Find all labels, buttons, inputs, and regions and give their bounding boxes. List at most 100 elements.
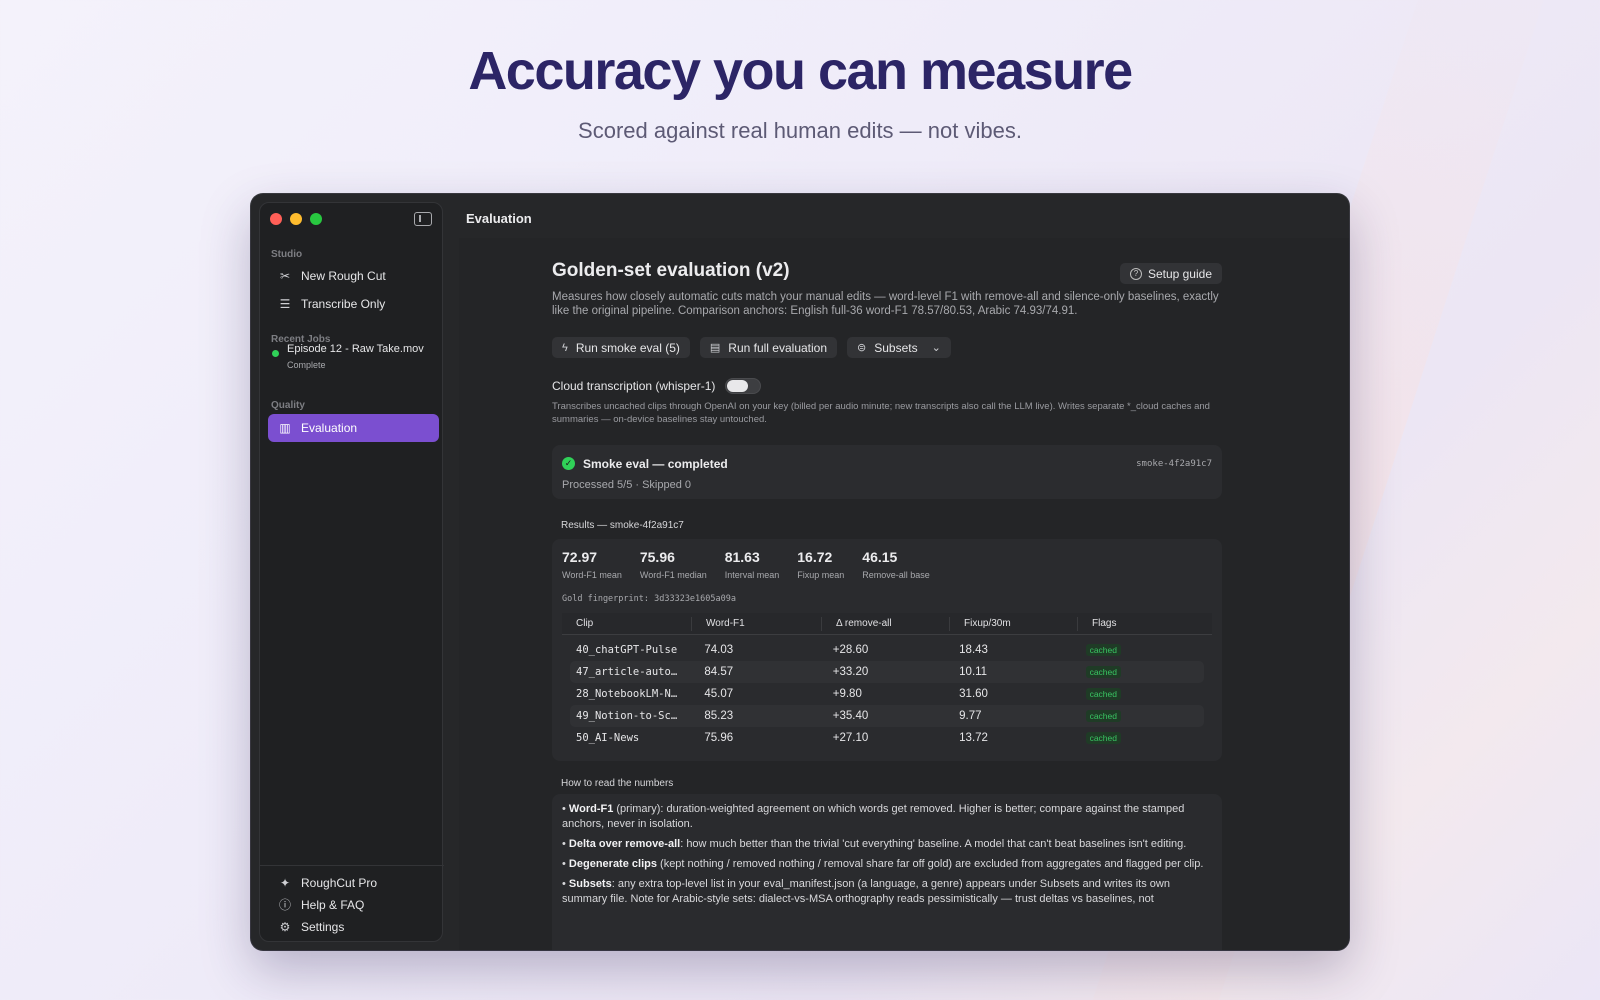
hero-title: Accuracy you can measure [468,41,1133,101]
sparkle-icon: ✦ [279,875,291,890]
page-title: Golden-set evaluation (v2) [552,260,790,281]
sidebar-item-label: Help & FAQ [301,897,365,912]
howto-label: How to read the numbers [561,778,674,789]
cell-delta: +27.10 [832,732,869,744]
howto-bullet: • Word-F1 (primary): duration-weighted a… [562,803,1185,830]
chevron-down-icon: ⌄ [931,342,941,354]
sidebar-item-label: Settings [301,919,345,934]
zoom-window-button[interactable] [310,213,322,225]
cloud-transcription-toggle[interactable] [725,378,762,394]
bullet-term: Subsets [568,878,612,890]
cell-word-f1: 45.07 [704,688,734,700]
run-full-evaluation-button[interactable]: ▤ Run full evaluation [699,337,838,358]
sidebar-item-label: RoughCut Pro [301,875,378,890]
sidebar-item-transcribe-only[interactable]: ☰ Transcribe Only [268,291,439,317]
bullet-term: Word-F1 [568,803,614,815]
sidebar-item-label: Evaluation [301,421,358,435]
cell-flags: cached [1080,644,1204,656]
hero-subtitle: Scored against real human edits — not vi… [578,118,1022,143]
stat-value: 16.72 [797,549,833,565]
column-header-clip[interactable]: Clip [562,616,692,631]
column-header-word-f1[interactable]: Word-F1 [692,616,822,631]
cell-word-f1: 74.03 [704,644,734,656]
sidebar-item-new-rough-cut[interactable]: ✂ New Rough Cut [268,263,439,289]
cached-badge: cached [1085,666,1121,678]
stat-label: Remove-all base [862,570,930,580]
cached-badge: cached [1085,732,1121,744]
help-icon: ⓘ [278,898,291,912]
recent-job-status: Complete [287,360,326,370]
cell-flags: cached [1080,666,1204,678]
table-row[interactable]: 40_chatGPT-Pulse 74.03 +28.60 18.43 cach… [570,639,1204,661]
recent-job-name: Episode 12 - Raw Take.mov [287,343,424,355]
action-bar: ϟ Run smoke eval (5) ▤ Run full evaluati… [552,337,951,358]
table-row[interactable]: 49_Notion-to-Sc… 85.23 +35.40 9.77 cache… [570,705,1204,727]
howto-bullet: • Delta over remove-all: how much better… [562,838,1187,850]
cell-flags: cached [1080,710,1204,722]
window-title: Evaluation [466,211,532,226]
table-row[interactable]: 47_article-auto… 84.57 +33.20 10.11 cach… [570,661,1204,683]
stats-row: 72.97 Word-F1 mean 75.96 Word-F1 median 81… [562,549,948,580]
sidebar-item-help[interactable]: ⓘ Help & FAQ [268,894,439,915]
table-row[interactable]: 50_AI-News 75.96 +27.10 13.72 cached [570,727,1204,749]
setup-guide-label: Setup guide [1147,266,1212,281]
cached-badge: cached [1085,644,1121,656]
question-icon: ? [1129,267,1142,280]
stat-label: Word-F1 mean [562,570,622,580]
results-card: 72.97 Word-F1 mean 75.96 Word-F1 median 81… [552,539,1222,761]
cell-fixup: 9.77 [959,710,982,722]
column-header-fixup[interactable]: Fixup/30m [950,616,1078,631]
subsets-icon: ⊜ [857,342,867,354]
gold-fingerprint: Gold fingerprint: 3d33323e1605a09a [562,594,736,604]
howto-bullet: • Degenerate clips (kept nothing / remov… [562,858,1204,870]
results-label: Results — smoke-4f2a91c7 [561,520,684,531]
sidebar-toggle-icon[interactable] [414,212,432,226]
cell-flags: cached [1080,732,1204,744]
section-quality: Quality [271,400,305,411]
cell-word-f1: 84.57 [704,666,734,678]
run-id: smoke-4f2a91c7 [1136,459,1212,469]
cell-fixup: 31.60 [959,688,988,700]
bullet-text: (primary): duration-weighted agreement o… [562,803,1185,830]
cell-word-f1: 75.96 [704,732,734,744]
cell-clip: 50_AI-News [576,732,640,744]
recent-job-item[interactable]: Episode 12 - Raw Take.mov Complete [272,343,424,370]
status-dot-complete [272,350,279,357]
stat-interval-mean: 81.63 Interval mean [725,549,780,580]
setup-guide-button[interactable]: ? Setup guide [1119,263,1222,284]
stat-remove-all-base: 46.15 Remove-all base [862,549,930,580]
minimize-window-button[interactable] [290,213,302,225]
status-title: Smoke eval — completed [583,457,728,471]
cell-delta: +35.40 [832,710,869,722]
run-smoke-eval-button[interactable]: ϟ Run smoke eval (5) [552,337,690,358]
cached-badge: cached [1085,688,1121,700]
sidebar-item-roughcut-pro[interactable]: ✦ RoughCut Pro [268,872,439,893]
subsets-label: Subsets [874,340,918,355]
cell-delta: +28.60 [832,644,869,656]
sidebar-item-settings[interactable]: ⚙ Settings [268,916,439,937]
cell-clip: 47_article-auto… [576,666,678,678]
checkmark-icon: ✓ [562,457,575,470]
stat-label: Fixup mean [797,570,845,580]
howto-card: • Word-F1 (primary): duration-weighted a… [552,794,1222,950]
bullet-text: (kept nothing / removed nothing / remova… [656,858,1204,870]
bolt-icon: ϟ [562,341,568,354]
column-header-delta[interactable]: Δ remove-all [822,616,950,631]
app-window: Studio ✂ New Rough Cut ☰ Transcribe Only… [251,194,1349,950]
cell-delta: +33.20 [832,666,869,678]
cell-word-f1: 85.23 [704,710,734,722]
document-icon: ▤ [709,342,721,354]
cell-clip: 49_Notion-to-Sc… [576,710,678,722]
table-header: Clip Word-F1 Δ remove-all Fixup/30m Flag… [562,613,1212,635]
section-studio: Studio [271,249,303,260]
sidebar-item-label: Transcribe Only [301,297,386,311]
run-full-evaluation-label: Run full evaluation [728,340,828,355]
subsets-dropdown[interactable]: ⊜ Subsets ⌄ [847,337,951,358]
cached-badge: cached [1085,710,1121,722]
stat-value: 72.97 [562,549,598,565]
column-header-flags[interactable]: Flags [1078,617,1204,631]
sidebar-item-evaluation[interactable]: ▥ Evaluation [268,414,439,442]
cell-fixup: 10.11 [959,666,988,678]
table-row[interactable]: 28_NotebookLM-N… 45.07 +9.80 31.60 cache… [570,683,1204,705]
close-window-button[interactable] [270,213,282,225]
